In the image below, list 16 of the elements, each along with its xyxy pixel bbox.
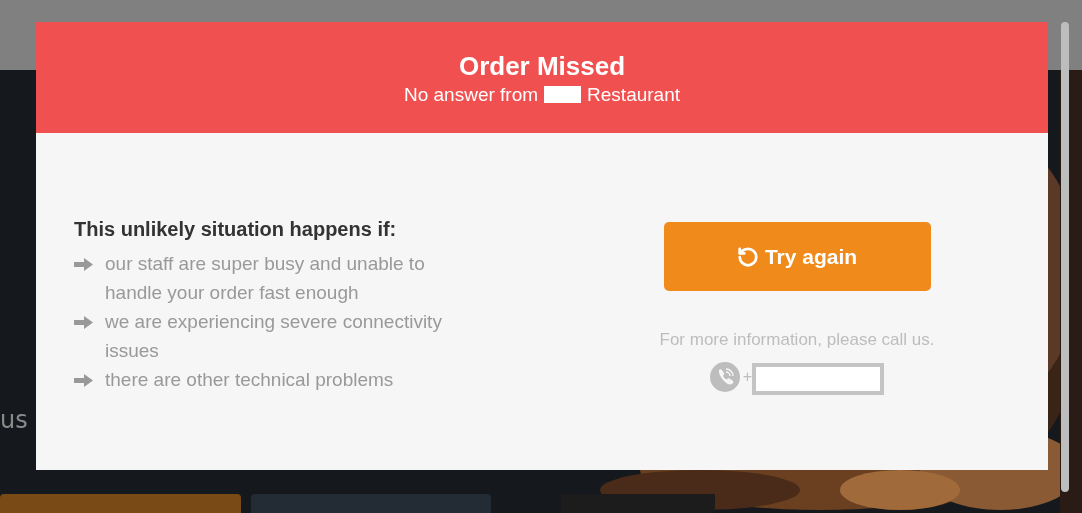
redaction [544, 86, 582, 103]
phone-prefix: + [742, 366, 753, 387]
modal-title: Order Missed [458, 49, 626, 82]
hero-subtitle: us [0, 405, 28, 436]
subtitle-text: No answer from [403, 82, 539, 107]
scrollbar[interactable] [1061, 22, 1069, 492]
retry-icon [736, 245, 759, 268]
arrow-icon [74, 374, 93, 387]
arrow-icon [74, 258, 93, 271]
reason-text: there are other technical problems [105, 368, 395, 392]
subtitle-text: Restaurant [587, 82, 681, 107]
info-text: For more information, please call us. [659, 329, 935, 351]
phone-icon [709, 361, 740, 392]
try-again-button[interactable]: Try again [663, 222, 931, 291]
reasons-heading: This unlikely situation happens if: [74, 217, 398, 242]
arrow-icon [74, 316, 93, 329]
